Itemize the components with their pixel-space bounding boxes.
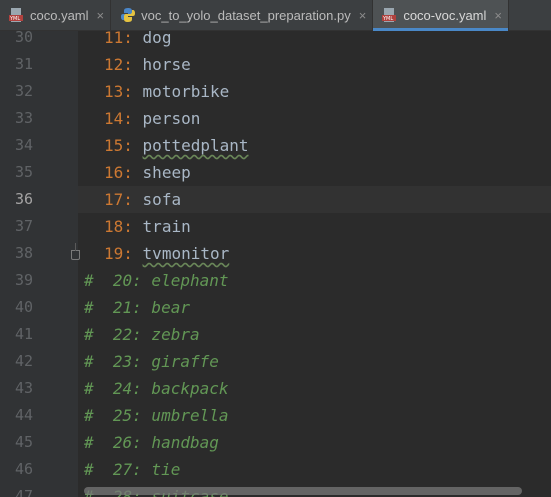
close-icon[interactable]: × [359,9,367,22]
close-icon[interactable]: × [97,9,105,22]
horizontal-scrollbar[interactable] [84,487,522,495]
comment-line[interactable]: 40 # 21: bear [0,294,551,321]
tab-label: coco-voc.yaml [403,7,487,23]
comment-text: # 20: elephant [84,271,229,290]
comment-text: # 22: zebra [84,325,200,344]
line-number: 31 [14,55,33,73]
code-line[interactable]: 38 19: tvmonitor [0,240,551,267]
line-number: 30 [14,31,33,46]
code-line[interactable]: 35 16: sheep [0,159,551,186]
line-number: 32 [14,82,33,100]
class-index: 13: [104,82,133,101]
line-number: 44 [14,406,33,424]
line-number: 46 [14,460,33,478]
line-number: 45 [14,433,33,451]
line-number: 33 [14,109,33,127]
class-name: sheep [142,163,191,182]
class-name: motorbike [142,82,230,101]
class-index: 17: [104,190,133,209]
comment-line[interactable]: 42 # 23: giraffe [0,348,551,375]
line-number: 37 [14,217,33,235]
class-index: 15: [104,136,133,155]
comment-line[interactable]: 43 # 24: backpack [0,375,551,402]
class-name: pottedplant [142,136,249,155]
class-index: 11: [104,31,133,47]
comment-text: # 21: bear [84,298,190,317]
comment-line[interactable]: 46 # 27: tie [0,456,551,483]
code-line[interactable]: 37 18: train [0,213,551,240]
class-name: horse [142,55,191,74]
svg-text:YML: YML [9,16,20,22]
class-index: 16: [104,163,133,182]
comment-text: # 24: backpack [84,379,229,398]
comment-line[interactable]: 39 # 20: elephant [0,267,551,294]
code-editor[interactable]: 30 11: dog 31 12: horse 32 13: motorbike… [0,31,551,497]
editor-tab-bar: YML coco.yaml × voc_to_yolo_dataset_prep… [0,0,551,31]
comment-text: # 26: handbag [84,433,219,452]
line-number: 38 [14,244,33,262]
code-line[interactable]: 31 12: horse [0,51,551,78]
comment-line[interactable]: 41 # 22: zebra [0,321,551,348]
tab-voc-to-yolo-py[interactable]: voc_to_yolo_dataset_preparation.py × [111,0,374,30]
class-name: train [142,217,191,236]
line-number: 36 [14,190,33,208]
tab-label: voc_to_yolo_dataset_preparation.py [141,7,351,23]
line-number: 39 [14,271,33,289]
yaml-file-icon: YML [9,8,23,22]
class-name: tvmonitor [142,244,230,263]
comment-text: # 25: umbrella [84,406,229,425]
class-index: 14: [104,109,133,128]
yaml-file-icon: YML [382,8,397,22]
python-file-icon [121,8,136,22]
code-line[interactable]: 30 11: dog [0,31,551,51]
line-number: 35 [14,163,33,181]
class-index: 19: [104,244,133,263]
ide-window: YML coco.yaml × voc_to_yolo_dataset_prep… [0,0,551,497]
comment-text: # 23: giraffe [84,352,219,371]
line-number: 34 [14,136,33,154]
line-number: 43 [14,379,33,397]
comment-text: # 27: tie [84,460,181,479]
line-number: 47 [14,487,33,497]
code-lines: 30 11: dog 31 12: horse 32 13: motorbike… [0,31,551,497]
fold-end-icon[interactable] [71,243,80,260]
class-index: 18: [104,217,133,236]
line-number: 42 [14,352,33,370]
current-code-line[interactable]: 36 17: sofa [0,186,551,213]
class-name: sofa [142,190,182,209]
code-line[interactable]: 33 14: person [0,105,551,132]
line-number: 40 [14,298,33,316]
tab-label: coco.yaml [30,7,89,23]
class-name: person [142,109,201,128]
code-line[interactable]: 32 13: motorbike [0,78,551,105]
class-index: 12: [104,55,133,74]
class-name: dog [142,31,172,47]
code-line[interactable]: 34 15: pottedplant [0,132,551,159]
line-number: 41 [14,325,33,343]
tab-coco-yaml[interactable]: YML coco.yaml × [0,0,112,30]
comment-line[interactable]: 45 # 26: handbag [0,429,551,456]
svg-text:YML: YML [382,16,393,22]
comment-line[interactable]: 44 # 25: umbrella [0,402,551,429]
tab-coco-voc-yaml[interactable]: YML coco-voc.yaml × [373,0,509,31]
close-icon[interactable]: × [494,9,502,22]
